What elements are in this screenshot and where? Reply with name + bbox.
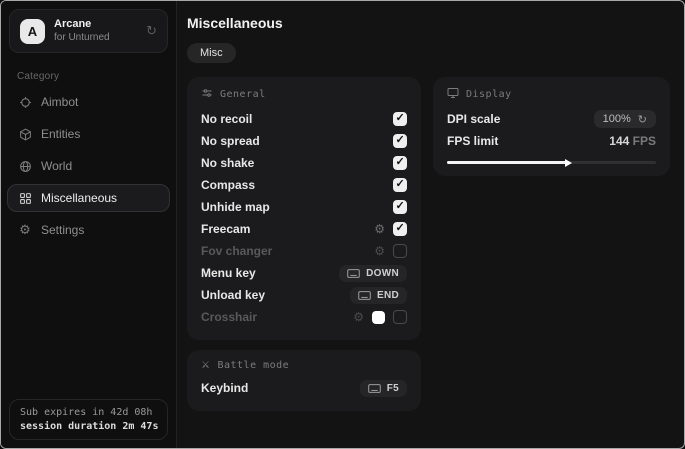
sidebar-item-world[interactable]: World — [7, 152, 170, 180]
row-unhide-map: Unhide map — [201, 196, 407, 218]
battle-mode-panel: ⚔ Battle mode Keybind F5 — [187, 350, 421, 411]
row-label: Fov changer — [201, 244, 272, 258]
app-title: Arcane — [54, 18, 110, 32]
session-duration-text: session duration 2m 47s — [20, 421, 157, 432]
sidebar-item-miscellaneous[interactable]: Miscellaneous — [7, 184, 170, 212]
avatar: A — [20, 19, 45, 44]
row-label: Freecam — [201, 222, 250, 236]
crosshair-checkbox[interactable] — [393, 310, 407, 324]
menu-key-keybind[interactable]: DOWN — [339, 265, 407, 282]
refresh-icon[interactable]: ↻ — [146, 25, 157, 38]
keyboard-icon — [358, 291, 371, 300]
row-dpi-scale: DPI scale 100% ↻ — [447, 108, 656, 130]
fps-limit-value: 144 FPS — [609, 134, 656, 148]
sidebar-item-label: Entities — [41, 127, 80, 141]
monitor-icon — [447, 87, 459, 102]
sidebar-item-settings[interactable]: ⚙ Settings — [7, 216, 170, 244]
row-no-spread: No spread — [201, 130, 407, 152]
freecam-gear-icon[interactable]: ⚙ — [374, 223, 385, 235]
row-label: DPI scale — [447, 112, 500, 126]
row-label: Keybind — [201, 381, 248, 395]
row-label: FPS limit — [447, 134, 498, 148]
entities-icon — [18, 128, 32, 141]
row-no-recoil: No recoil — [201, 108, 407, 130]
slider-fill — [447, 161, 566, 164]
row-label: Menu key — [201, 266, 256, 280]
keybind-value: END — [377, 290, 399, 301]
fps-number: 144 — [609, 134, 629, 148]
row-crosshair: Crosshair ⚙ — [201, 306, 407, 328]
sidebar-nav: Aimbot Entities World — [1, 88, 176, 244]
tab-bar: Misc — [187, 43, 670, 63]
sub-expiry-text: Sub expires in 42d 08h — [20, 407, 157, 418]
keyboard-icon — [347, 269, 360, 278]
reset-icon[interactable]: ↻ — [638, 114, 647, 125]
sidebar-item-label: Miscellaneous — [41, 191, 117, 205]
row-compass: Compass — [201, 174, 407, 196]
row-fov-changer: Fov changer ⚙ — [201, 240, 407, 262]
globe-icon — [18, 160, 32, 173]
row-label: No recoil — [201, 112, 252, 126]
fov-changer-checkbox[interactable] — [393, 244, 407, 258]
fov-changer-gear-icon[interactable]: ⚙ — [374, 245, 385, 257]
dpi-scale-value: 100% — [603, 113, 631, 125]
crosshair-icon — [18, 96, 32, 109]
row-fps-limit: FPS limit 144 FPS — [447, 130, 656, 152]
app-title-block: Arcane for Unturned — [54, 18, 110, 44]
freecam-checkbox[interactable] — [393, 222, 407, 236]
app-window: A Arcane for Unturned ↻ Category Aimbot — [0, 0, 685, 449]
keyboard-icon — [368, 384, 381, 393]
row-label: Unload key — [201, 288, 265, 302]
unhide-map-checkbox[interactable] — [393, 200, 407, 214]
display-panel-title: Display — [466, 89, 512, 100]
gear-icon: ⚙ — [18, 224, 32, 237]
sidebar-item-label: World — [41, 159, 72, 173]
row-no-shake: No shake — [201, 152, 407, 174]
unload-key-keybind[interactable]: END — [350, 287, 407, 304]
no-recoil-checkbox[interactable] — [393, 112, 407, 126]
sidebar-item-label: Settings — [41, 223, 84, 237]
row-label: Unhide map — [201, 200, 270, 214]
sidebar-item-entities[interactable]: Entities — [7, 120, 170, 148]
sidebar: A Arcane for Unturned ↻ Category Aimbot — [1, 1, 177, 448]
row-unload-key: Unload key END — [201, 284, 407, 306]
battle-keybind[interactable]: F5 — [360, 380, 407, 397]
app-header-card: A Arcane for Unturned ↻ — [9, 9, 168, 53]
display-panel: Display DPI scale 100% ↻ FPS limit 144 — [433, 77, 670, 176]
compass-checkbox[interactable] — [393, 178, 407, 192]
keybind-value: F5 — [387, 383, 399, 394]
swords-icon: ⚔ — [201, 361, 210, 371]
subscription-status-card: Sub expires in 42d 08h session duration … — [9, 399, 168, 440]
main-content: Miscellaneous Misc General — [177, 1, 684, 448]
row-label: No shake — [201, 156, 254, 170]
tab-misc[interactable]: Misc — [187, 43, 236, 63]
slider-thumb[interactable] — [565, 159, 572, 167]
sidebar-item-label: Aimbot — [41, 95, 78, 109]
no-spread-checkbox[interactable] — [393, 134, 407, 148]
sidebar-item-aimbot[interactable]: Aimbot — [7, 88, 170, 116]
fps-unit: FPS — [633, 134, 656, 148]
fps-limit-slider[interactable] — [447, 161, 656, 164]
crosshair-color-swatch[interactable] — [372, 311, 385, 324]
battle-mode-panel-title: Battle mode — [217, 360, 289, 371]
app-subtitle: for Unturned — [54, 32, 110, 45]
row-label: Compass — [201, 178, 255, 192]
keybind-value: DOWN — [366, 268, 399, 279]
page-title: Miscellaneous — [187, 15, 670, 31]
no-shake-checkbox[interactable] — [393, 156, 407, 170]
row-freecam: Freecam ⚙ — [201, 218, 407, 240]
grid-icon — [18, 192, 32, 205]
general-panel: General No recoil No spread No shake — [187, 77, 421, 340]
sliders-icon — [201, 87, 213, 102]
dpi-scale-badge[interactable]: 100% ↻ — [594, 110, 656, 128]
crosshair-gear-icon[interactable]: ⚙ — [353, 311, 364, 323]
general-panel-title: General — [220, 89, 266, 100]
row-label: Crosshair — [201, 310, 257, 324]
category-label: Category — [1, 61, 176, 88]
row-label: No spread — [201, 134, 260, 148]
row-menu-key: Menu key DOWN — [201, 262, 407, 284]
row-battle-keybind: Keybind F5 — [201, 377, 407, 399]
